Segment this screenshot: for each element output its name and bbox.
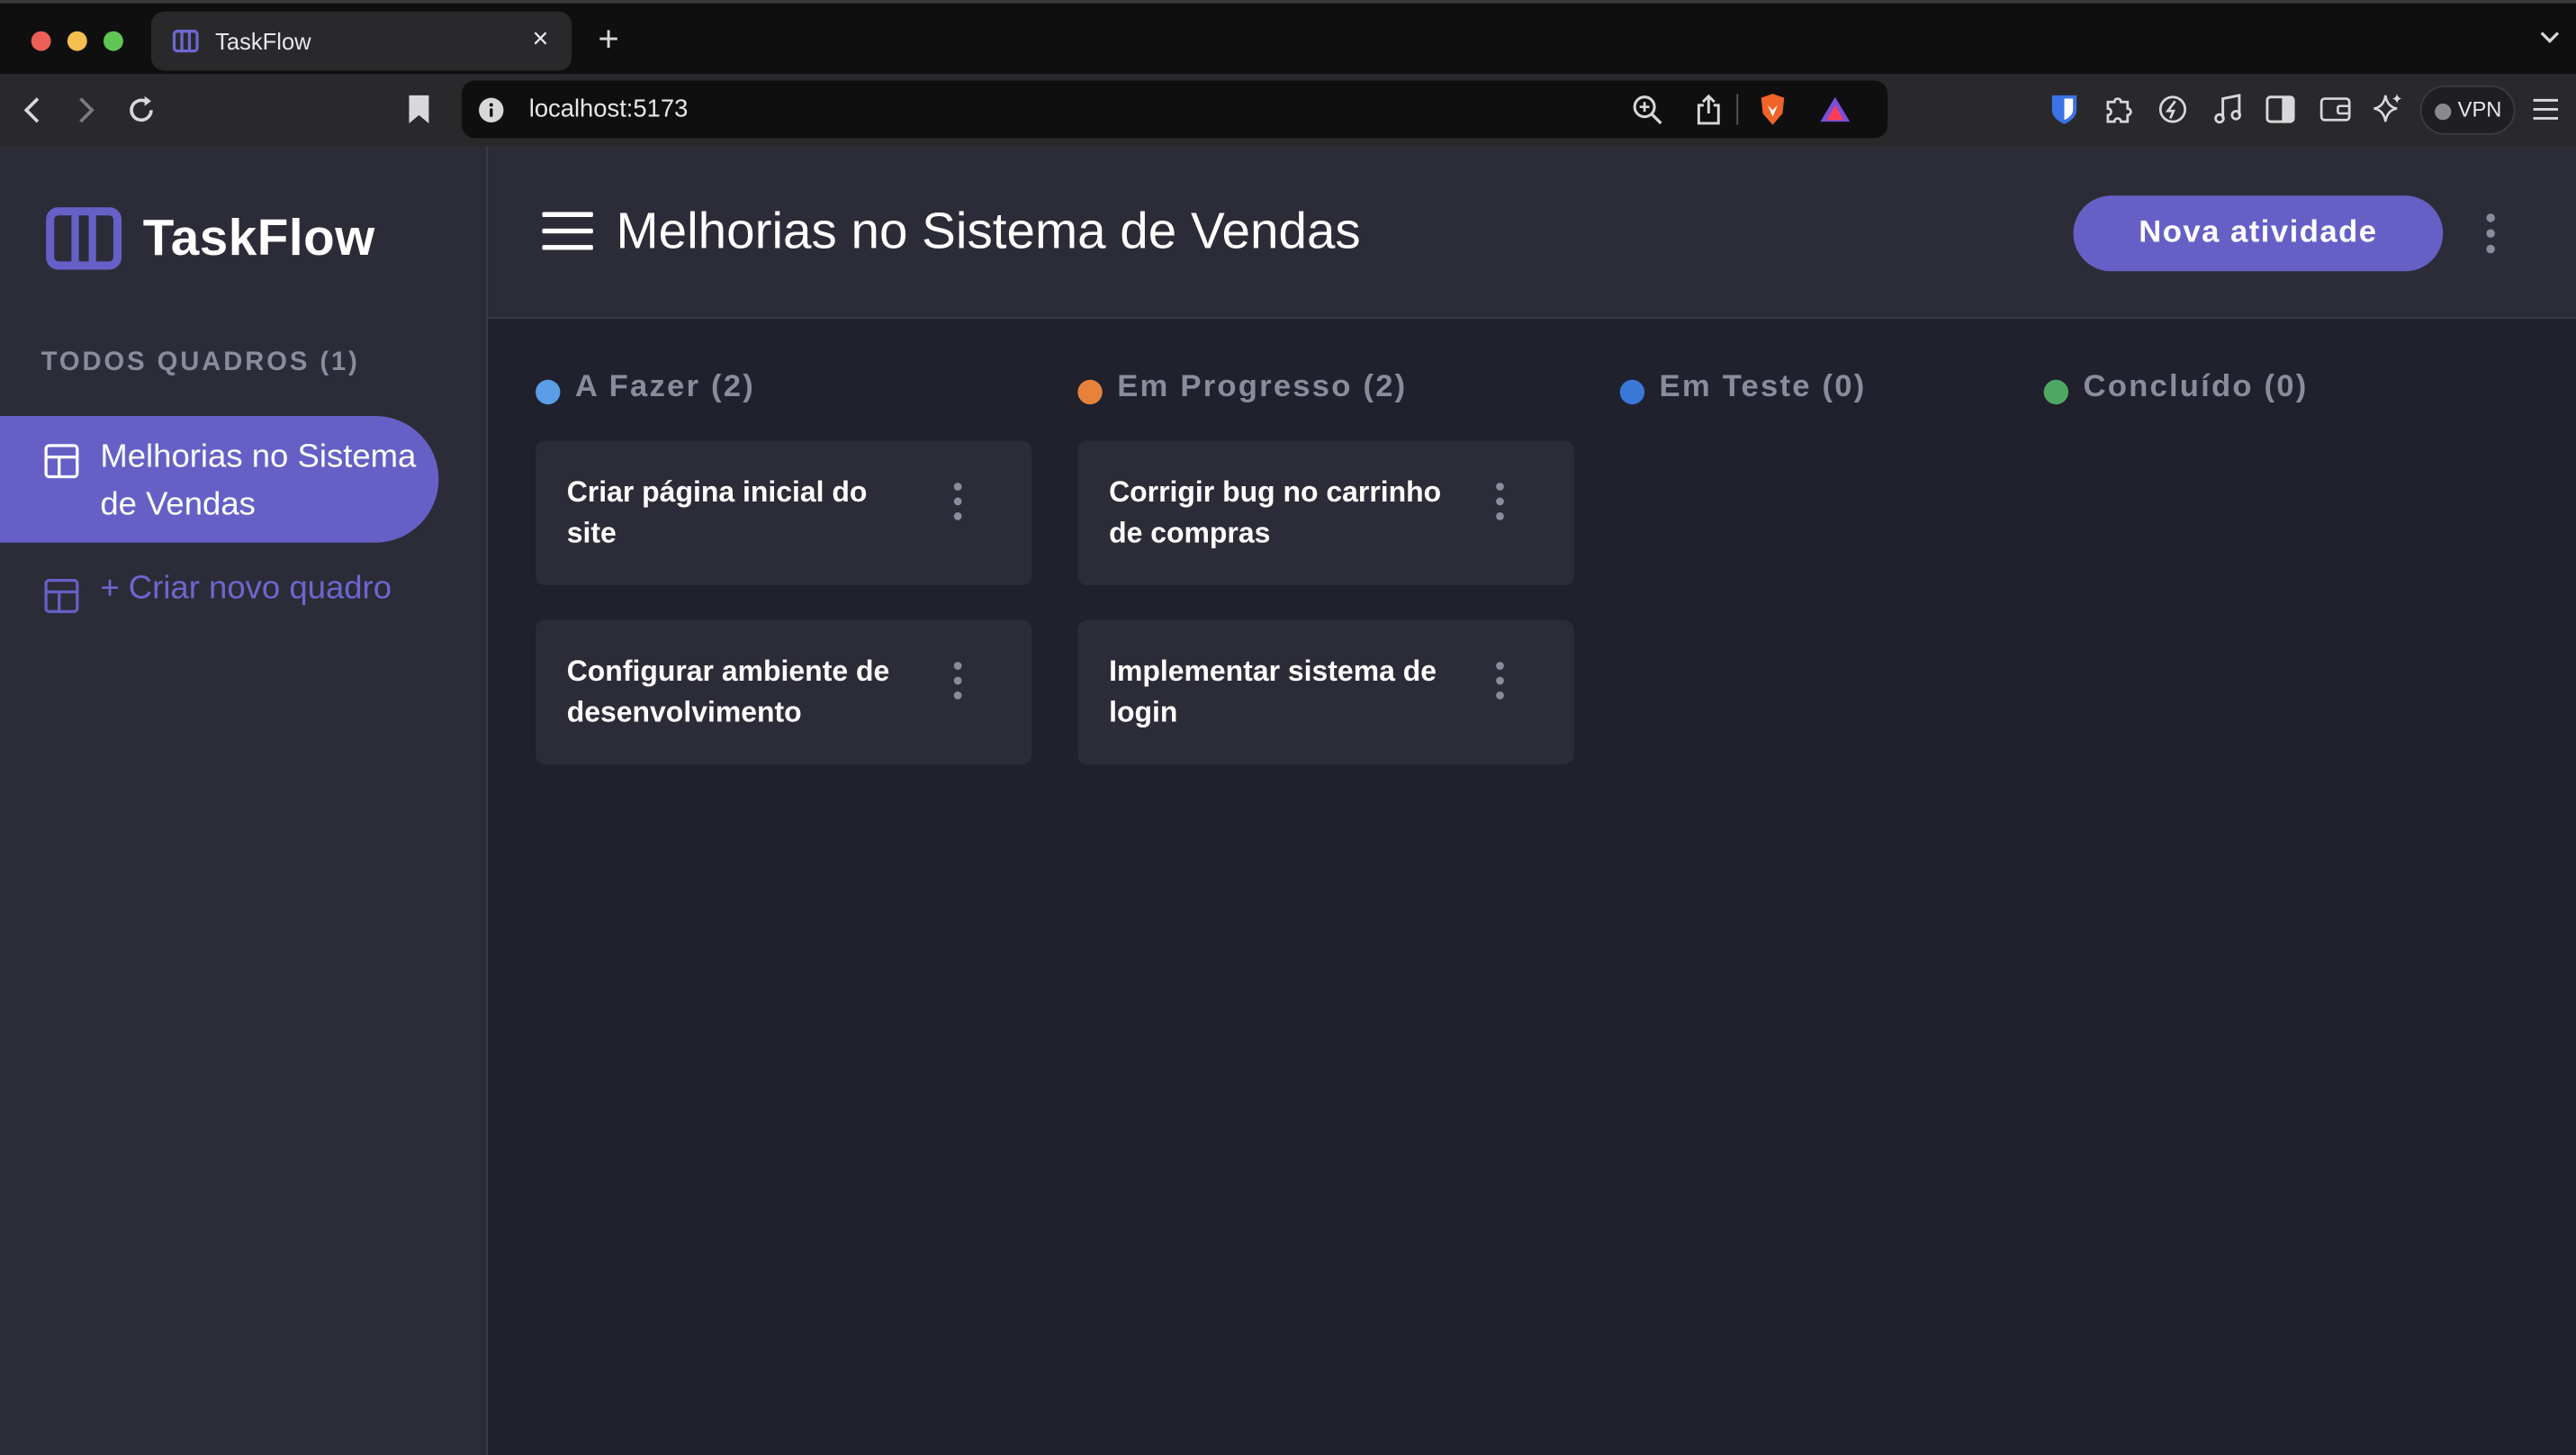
close-tab-icon[interactable]: ×: [532, 23, 548, 57]
brand-name: TaskFlow: [142, 208, 375, 267]
browser-toolbar: localhost:5173 VPN: [0, 74, 2576, 147]
column-header: Em Progresso (2): [1077, 366, 1573, 412]
browser-tab[interactable]: TaskFlow ×: [150, 11, 572, 71]
maximize-window-button[interactable]: [103, 31, 123, 51]
more-options-icon[interactable]: [1493, 482, 1507, 529]
kanban-board: A Fazer (2) Criar página inicial do site…: [488, 319, 2576, 1455]
leo-ai-icon[interactable]: [2157, 94, 2189, 133]
more-options-icon[interactable]: [951, 482, 965, 529]
minimize-window-button[interactable]: [67, 31, 87, 51]
task-title: Corrigir bug no carrinho de compras: [1109, 474, 1442, 549]
column-title: Em Progresso (2): [1117, 369, 1408, 405]
add-task-button[interactable]: Nova atividade: [2073, 195, 2444, 272]
board-icon: [44, 444, 79, 486]
music-icon[interactable]: [2213, 94, 2243, 133]
status-dot-icon: [2043, 379, 2069, 405]
bookmark-icon[interactable]: [408, 94, 431, 135]
taskflow-logo-icon: [46, 207, 122, 278]
sidebar-item-label: Melhorias no Sistema de Vendas: [100, 438, 417, 523]
task-title: Configurar ambiente de desenvolvimento: [566, 654, 890, 728]
info-icon[interactable]: [478, 97, 504, 131]
vpn-label: VPN: [2457, 96, 2502, 122]
taskflow-favicon-icon: [172, 30, 199, 61]
status-dot-icon: [1619, 379, 1645, 405]
url-text[interactable]: localhost:5173: [529, 95, 689, 123]
zoom-icon[interactable]: [1632, 94, 1665, 135]
menu-icon[interactable]: [542, 212, 593, 258]
status-dot-icon: [1077, 379, 1103, 405]
browser-menu-icon[interactable]: [2532, 97, 2560, 131]
task-title: Criar página inicial do site: [566, 474, 868, 549]
vpn-button[interactable]: VPN: [2419, 85, 2516, 135]
status-dot-icon: [536, 379, 561, 405]
sparkle-icon[interactable]: [2373, 92, 2404, 133]
tab-title: TaskFlow: [215, 28, 311, 55]
create-board-button[interactable]: + Criar novo quadro: [0, 565, 488, 631]
column-header: A Fazer (2): [536, 366, 1031, 412]
column-header: Em Teste (0): [1619, 366, 2116, 412]
column-header: Concluído (0): [2043, 366, 2540, 412]
task-card[interactable]: Implementar sistema de login: [1077, 619, 1574, 765]
page-title: Melhorias no Sistema de Vendas: [616, 202, 1361, 260]
task-card[interactable]: Configurar ambiente de desenvolvimento: [536, 619, 1032, 765]
board-header: Melhorias no Sistema de Vendas Nova ativ…: [488, 146, 2576, 320]
divider: [1736, 94, 1739, 125]
reload-icon[interactable]: [125, 94, 158, 135]
vpn-status-icon: [2435, 104, 2452, 121]
more-options-icon[interactable]: [2482, 212, 2499, 264]
column-in-progress: Em Progresso (2) Corrigir bug no carrinh…: [1077, 366, 1574, 765]
close-window-button[interactable]: [31, 31, 51, 51]
back-icon[interactable]: [22, 95, 45, 133]
create-board-label: + Criar novo quadro: [100, 570, 392, 607]
chevron-down-icon[interactable]: [2538, 24, 2562, 54]
board-icon: [44, 578, 79, 621]
forward-icon[interactable]: [74, 95, 97, 133]
wallet-icon[interactable]: [2319, 95, 2351, 131]
column-title: Concluído (0): [2083, 369, 2309, 405]
browser-tab-bar: TaskFlow × +: [0, 0, 2576, 75]
column-todo: A Fazer (2) Criar página inicial do site…: [536, 366, 1032, 765]
sidebar: TaskFlow TODOS QUADROS (1) Melhorias no …: [0, 146, 489, 1455]
extensions-icon[interactable]: [2103, 94, 2134, 133]
boards-heading: TODOS QUADROS (1): [41, 348, 360, 377]
sidebar-toggle-icon[interactable]: [2265, 95, 2295, 131]
task-card[interactable]: Criar página inicial do site: [536, 440, 1032, 586]
task-card[interactable]: Corrigir bug no carrinho de compras: [1077, 440, 1574, 586]
sidebar-item-board[interactable]: Melhorias no Sistema de Vendas: [0, 415, 439, 543]
column-testing: Em Teste (0): [1619, 366, 2116, 412]
more-options-icon[interactable]: [951, 661, 965, 709]
bitwarden-icon[interactable]: [2050, 94, 2078, 133]
column-title: A Fazer (2): [574, 369, 755, 405]
column-title: Em Teste (0): [1659, 369, 1867, 405]
address-bar[interactable]: localhost:5173: [461, 80, 1888, 139]
task-title: Implementar sistema de login: [1109, 654, 1437, 728]
more-options-icon[interactable]: [1493, 661, 1507, 709]
share-icon[interactable]: [1696, 94, 1722, 135]
new-tab-button[interactable]: +: [598, 18, 618, 60]
column-done: Concluído (0): [2043, 366, 2540, 412]
brave-shields-icon[interactable]: [1758, 92, 1788, 134]
brave-rewards-icon[interactable]: [1819, 95, 1852, 131]
